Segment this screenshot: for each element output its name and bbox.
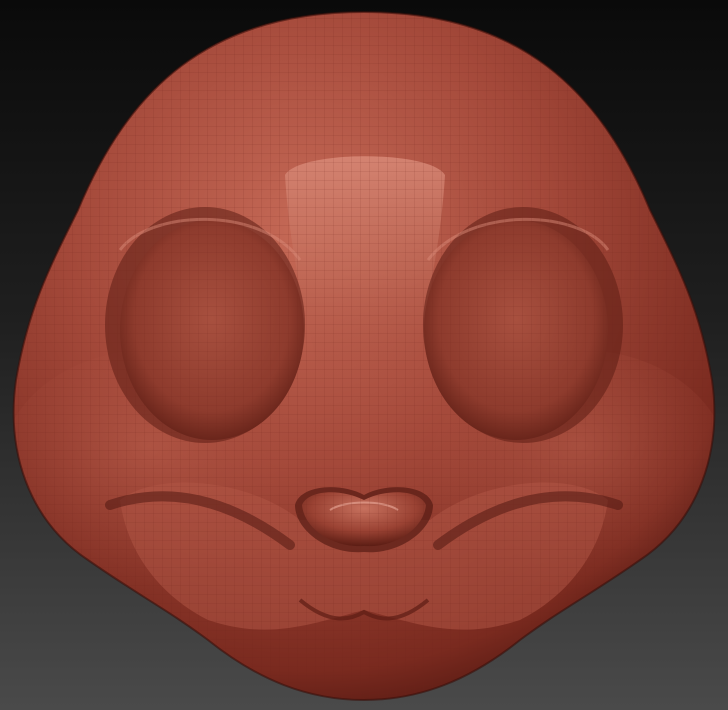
mesh-wireframe-overlay: [13, 12, 715, 700]
sculpted-head-render: [12, 10, 716, 702]
3d-viewport-canvas[interactable]: [0, 0, 728, 710]
